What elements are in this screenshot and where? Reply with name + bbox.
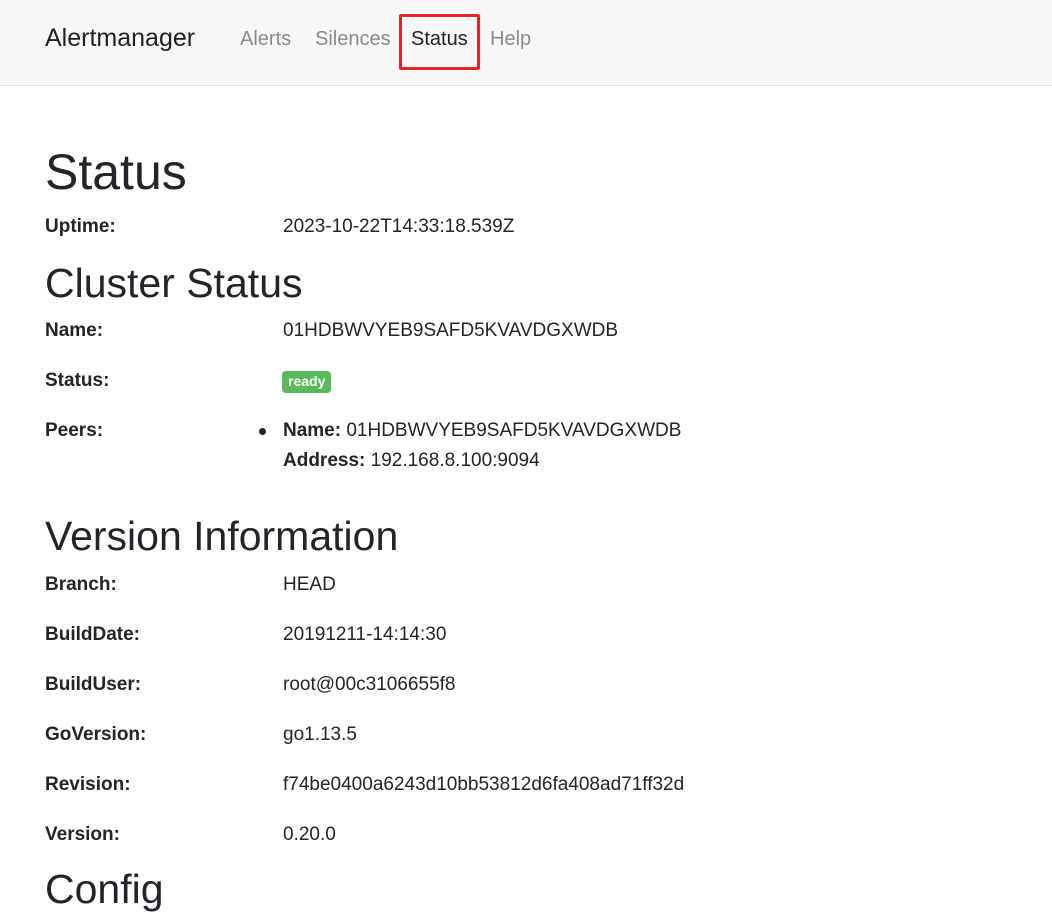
version-label: Version: xyxy=(45,824,120,845)
peer-name-line: Name: 01HDBWVYEB9SAFD5KVAVDGXWDB xyxy=(283,420,681,442)
goversion-label: GoVersion: xyxy=(45,724,147,745)
cluster-name-value: 01HDBWVYEB9SAFD5KVAVDGXWDB xyxy=(283,320,619,341)
config-heading: Config xyxy=(45,866,164,912)
brand-link[interactable]: Alertmanager xyxy=(45,24,195,53)
goversion-value: go1.13.5 xyxy=(283,724,357,745)
cluster-name-label: Name: xyxy=(45,320,104,341)
peer-address-line: Address: 192.168.8.100:9094 xyxy=(283,450,540,472)
version-value: 0.20.0 xyxy=(283,824,336,845)
peer-address-value: 192.168.8.100:9094 xyxy=(370,450,540,471)
list-bullet xyxy=(259,428,266,435)
nav-silences[interactable]: Silences xyxy=(315,28,391,51)
peer-address-label: Address: xyxy=(283,450,366,471)
page-title: Status xyxy=(45,144,187,200)
status-badge: ready xyxy=(282,371,332,393)
status-highlight-box xyxy=(399,14,480,70)
builddate-label: BuildDate: xyxy=(45,624,140,645)
branch-value: HEAD xyxy=(283,574,336,595)
nav-help[interactable]: Help xyxy=(490,28,531,51)
builduser-value: root@00c3106655f8 xyxy=(283,674,456,695)
nav-alerts[interactable]: Alerts xyxy=(240,28,291,51)
branch-label: Branch: xyxy=(45,574,117,595)
cluster-status-label: Status: xyxy=(45,370,110,391)
revision-label: Revision: xyxy=(45,774,131,795)
navbar: Alertmanager Alerts Silences Status Help xyxy=(0,0,1052,86)
peer-name-value: 01HDBWVYEB9SAFD5KVAVDGXWDB xyxy=(346,420,682,441)
builduser-label: BuildUser: xyxy=(45,674,142,695)
builddate-value: 20191211-14:14:30 xyxy=(283,624,447,645)
uptime-value: 2023-10-22T14:33:18.539Z xyxy=(283,216,515,237)
revision-value: f74be0400a6243d10bb53812d6fa408ad71ff32d xyxy=(283,774,685,795)
uptime-label: Uptime: xyxy=(45,216,116,237)
version-info-heading: Version Information xyxy=(45,513,399,559)
peers-label: Peers: xyxy=(45,420,104,441)
cluster-status-heading: Cluster Status xyxy=(45,260,303,306)
peer-name-label: Name: xyxy=(283,420,342,441)
